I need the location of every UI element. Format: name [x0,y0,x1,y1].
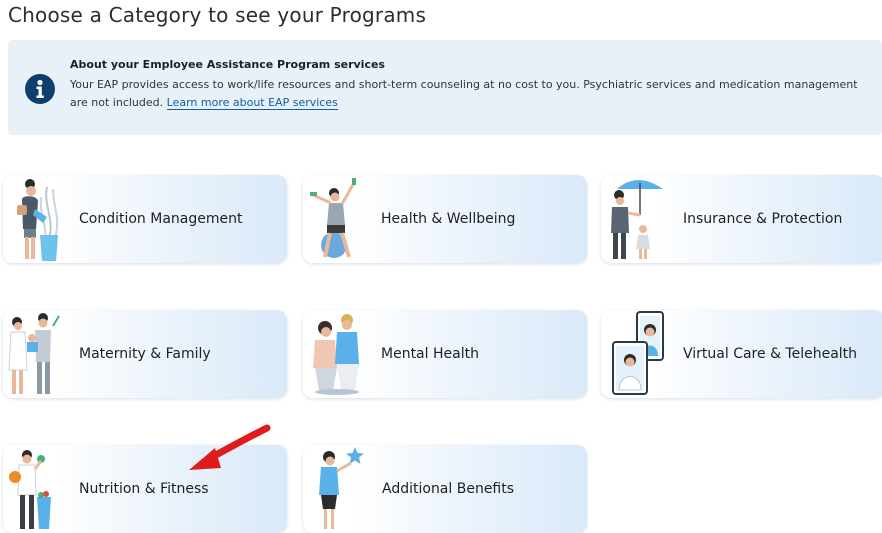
info-body: Your EAP provides access to work/life re… [70,76,878,111]
card-label: Virtual Care & Telehealth [683,346,858,362]
family-illustration [8,313,60,394]
page-title: Choose a Category to see your Programs [8,3,427,27]
card-label: Condition Management [79,211,243,227]
category-card-virtual-care-telehealth[interactable]: Virtual Care & Telehealth [601,310,882,398]
category-card-additional-benefits[interactable]: Additional Benefits [303,445,587,533]
red-arrow-annotation [189,424,271,470]
category-card-maternity-family[interactable]: Maternity & Family [3,310,287,398]
woman-exercising-illustration [310,178,357,258]
card-label: Nutrition & Fitness [79,481,209,497]
two-women-talking-illustration [313,314,359,395]
card-label: Additional Benefits [382,481,515,497]
card-label: Insurance & Protection [683,211,843,227]
woman-watering-plant-illustration [17,179,59,261]
eap-info-banner: About your Employee Assistance Program s… [8,40,882,135]
card-label: Health & Wellbeing [381,211,516,227]
learn-more-eap-link[interactable]: Learn more about EAP services [166,95,338,110]
card-label: Mental Health [381,346,479,362]
category-card-insurance-protection[interactable]: Insurance & Protection [601,175,882,263]
info-title: About your Employee Assistance Program s… [70,58,385,71]
person-with-groceries-illustration [9,450,51,529]
category-card-mental-health[interactable]: Mental Health [303,310,587,398]
card-label: Maternity & Family [79,346,211,362]
woman-holding-star-illustration [319,447,364,529]
category-card-health-wellbeing[interactable]: Health & Wellbeing [303,175,587,263]
category-card-condition-management[interactable]: Condition Management [3,175,287,263]
parent-child-umbrella-illustration [611,180,663,259]
info-icon [25,74,55,104]
video-call-illustration [612,311,664,395]
